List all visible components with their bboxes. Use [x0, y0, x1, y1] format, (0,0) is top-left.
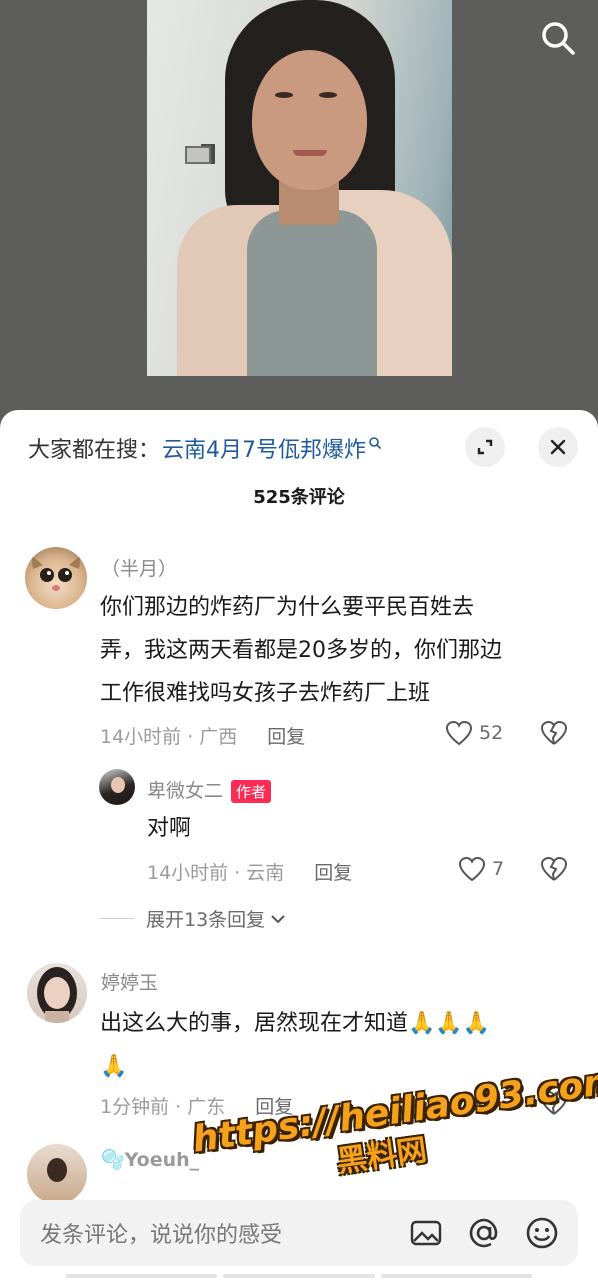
comment-text: 对啊 — [147, 807, 191, 850]
gesture-bar — [66, 1274, 532, 1278]
suggestion-term[interactable]: 云南4月7号佤邦爆炸 — [162, 432, 366, 464]
at-icon — [469, 1218, 498, 1248]
comment-time-location: 14小时前 · 广西 — [100, 726, 238, 748]
expand-replies-label: 展开13条回复 — [146, 909, 266, 931]
comment-meta: 1分钟前 · 广东 回复 — [100, 1092, 293, 1119]
like-count: 7 — [492, 858, 505, 880]
comment-author: 卑微女二 作者 — [147, 776, 272, 803]
author-name[interactable]: 卑微女二 — [147, 780, 223, 802]
reply-button[interactable]: 回复 — [267, 722, 305, 749]
image-button[interactable] — [404, 1211, 448, 1255]
image-icon — [410, 1220, 442, 1246]
reply-button[interactable]: 回复 — [314, 858, 352, 885]
video-frame — [147, 0, 452, 376]
broken-heart-icon — [540, 1090, 568, 1115]
comment-line: 你们那边的炸药厂为什么要平民百姓去 — [100, 595, 475, 620]
dislike-button[interactable] — [540, 720, 568, 750]
close-icon — [550, 439, 566, 455]
comment-time-location: 14小时前 · 云南 — [147, 862, 285, 884]
heart-icon — [473, 1090, 501, 1116]
like-button[interactable]: 52 — [445, 720, 503, 746]
comment-author[interactable]: 🫧Yoeuh_ — [101, 1148, 199, 1171]
comment-input[interactable]: 发条评论，说说你的感受 — [40, 1217, 404, 1249]
avatar[interactable] — [99, 769, 135, 805]
video-player[interactable] — [0, 0, 598, 440]
dislike-button[interactable] — [540, 1090, 568, 1120]
expand-icon — [477, 439, 493, 455]
comment-text: 你们那边的炸药厂为什么要平民百姓去 弄，我这两天看都是20多岁的，你们那边 工作… — [100, 586, 502, 715]
expand-button[interactable] — [465, 427, 505, 467]
close-button[interactable] — [538, 427, 578, 467]
avatar[interactable] — [25, 547, 87, 609]
search-suggestion[interactable]: 大家都在搜： 云南4月7号佤邦爆炸 — [28, 432, 382, 464]
like-button[interactable] — [473, 1090, 501, 1116]
comment-meta: 14小时前 · 广西 回复 — [100, 722, 305, 749]
emoji-button[interactable] — [520, 1211, 564, 1255]
broken-heart-icon — [540, 856, 568, 881]
comment-sheet: 大家都在搜： 云南4月7号佤邦爆炸 525条评论 （半月） 你们那边的炸药厂为什… — [0, 410, 598, 1280]
comment-meta: 14小时前 · 云南 回复 — [147, 858, 352, 885]
comment-line: 对啊 — [147, 816, 192, 841]
broken-heart-icon — [540, 720, 568, 745]
cat-avatar-icon — [31, 555, 81, 591]
emoji-icon — [526, 1217, 558, 1249]
mention-button[interactable] — [462, 1211, 506, 1255]
comment-count: 525条评论 — [253, 487, 345, 508]
like-count: 52 — [479, 722, 504, 744]
dislike-button[interactable] — [540, 856, 568, 886]
search-icon — [369, 437, 382, 450]
search-button[interactable] — [536, 16, 580, 60]
search-icon — [542, 22, 575, 55]
person-avatar-icon — [111, 777, 125, 793]
like-button[interactable]: 7 — [458, 856, 504, 882]
heart-icon — [458, 856, 486, 882]
chevron-down-icon — [271, 914, 285, 923]
avatar[interactable] — [27, 1144, 87, 1204]
comment-author[interactable]: 婷婷玉 — [101, 968, 158, 995]
comment-line: 出这么大的事，居然现在才知道🙏🙏🙏 — [100, 1011, 491, 1036]
expand-replies-button[interactable]: 展开13条回复 — [100, 905, 287, 932]
avatar[interactable] — [27, 963, 87, 1023]
comment-time-location: 1分钟前 · 广东 — [100, 1096, 226, 1118]
divider — [100, 918, 134, 919]
comment-input-bar[interactable]: 发条评论，说说你的感受 — [20, 1200, 578, 1266]
comment-line: 弄，我这两天看都是20多岁的，你们那边 — [100, 638, 502, 663]
comment-line: 工作很难找吗女孩子去炸药厂上班 — [100, 681, 431, 706]
author-badge: 作者 — [231, 780, 272, 803]
comment-text: 出这么大的事，居然现在才知道🙏🙏🙏 🙏 — [100, 1002, 490, 1088]
heart-icon — [445, 720, 473, 746]
comment-line: 🙏 — [100, 1054, 128, 1079]
comment-author[interactable]: （半月） — [101, 554, 177, 581]
person-avatar-icon — [37, 967, 77, 1023]
reply-button[interactable]: 回复 — [255, 1092, 293, 1119]
suggestion-prefix: 大家都在搜： — [28, 438, 161, 463]
person-avatar-icon — [47, 1158, 67, 1182]
